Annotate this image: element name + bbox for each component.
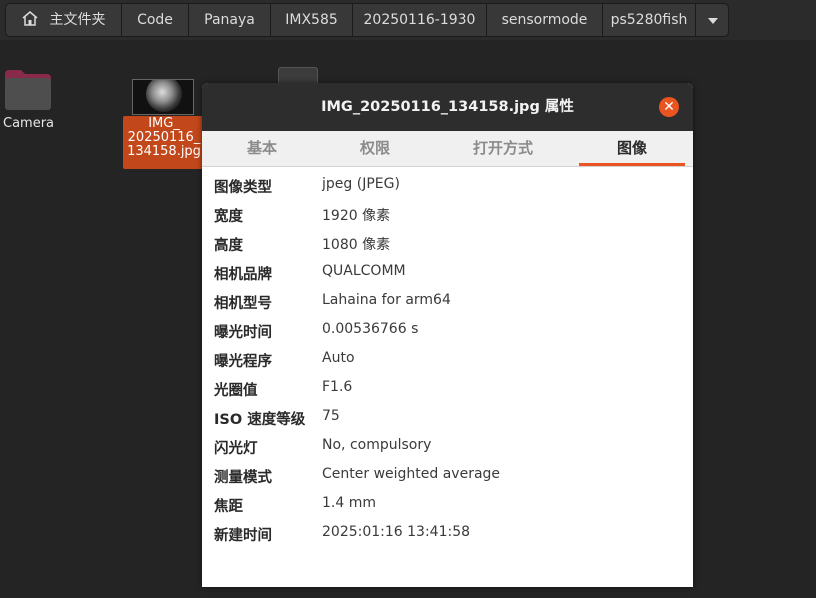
tab-permissions[interactable]: 权限 xyxy=(321,131,429,166)
property-label: 相机品牌 xyxy=(214,267,272,283)
file-name-line-1: IMG_ xyxy=(148,116,180,131)
property-value: Lahaina for arm64 xyxy=(322,292,451,308)
fisheye-preview xyxy=(146,80,182,112)
property-row: 高度 1080 像素 xyxy=(202,234,693,263)
path-dropdown-button[interactable] xyxy=(695,3,729,37)
tab-image[interactable]: 图像 xyxy=(579,131,685,166)
property-row: 闪光灯 No, compulsory xyxy=(202,437,693,466)
crumb-ps5280fish[interactable]: ps5280fish xyxy=(602,3,696,37)
property-label: 曝光程序 xyxy=(214,354,272,370)
dialog-title: IMG_20250116_134158.jpg 属性 xyxy=(321,99,574,115)
chevron-down-icon xyxy=(708,18,718,24)
property-value: Center weighted average xyxy=(322,466,501,482)
selected-file-label[interactable]: IMG_ 20250116_ 134158.jpg xyxy=(123,116,205,169)
file-name-line-3: 134158.jpg xyxy=(127,144,201,159)
property-value: F1.6 xyxy=(322,379,353,395)
property-value: 1920 像素 xyxy=(322,208,391,224)
property-value: jpeg (JPEG) xyxy=(322,176,400,192)
image-thumbnail[interactable] xyxy=(132,79,194,115)
property-row: 相机型号 Lahaina for arm64 xyxy=(202,292,693,321)
property-row: 测量模式 Center weighted average xyxy=(202,466,693,495)
path-bar: 主文件夹 Code Panaya IMX585 20250116-1930 se… xyxy=(0,0,816,40)
tab-open-with[interactable]: 打开方式 xyxy=(449,131,557,166)
property-row: 曝光程序 Auto xyxy=(202,350,693,379)
property-row: 相机品牌 QUALCOMM xyxy=(202,263,693,292)
dialog-titlebar[interactable]: IMG_20250116_134158.jpg 属性 ✕ xyxy=(202,83,693,131)
file-name-line-2: 20250116_ xyxy=(127,130,201,145)
property-row: 宽度 1920 像素 xyxy=(202,205,693,234)
close-icon: ✕ xyxy=(663,99,675,115)
property-value: 0.00536766 s xyxy=(322,321,419,337)
crumb-panaya[interactable]: Panaya xyxy=(188,3,271,37)
property-label: 测量模式 xyxy=(214,470,272,486)
property-label: 光圈值 xyxy=(214,383,258,399)
folder-icon[interactable] xyxy=(5,70,51,110)
crumb-20250116-1930[interactable]: 20250116-1930 xyxy=(352,3,487,37)
property-label: 新建时间 xyxy=(214,528,272,544)
property-row: 图像类型 jpeg (JPEG) xyxy=(202,176,693,205)
property-label: 相机型号 xyxy=(214,296,272,312)
close-button[interactable]: ✕ xyxy=(659,97,679,117)
property-value: 1080 像素 xyxy=(322,237,391,253)
properties-dialog: IMG_20250116_134158.jpg 属性 ✕ 基本 权限 打开方式 … xyxy=(202,83,693,587)
property-row: 曝光时间 0.00536766 s xyxy=(202,321,693,350)
tab-bar: 基本 权限 打开方式 图像 xyxy=(202,131,693,167)
crumb-home-label: 主文件夹 xyxy=(49,12,106,28)
crumb-code[interactable]: Code xyxy=(121,3,189,37)
property-row: 焦距 1.4 mm xyxy=(202,495,693,524)
property-value: 1.4 mm xyxy=(322,495,376,511)
property-value: No, compulsory xyxy=(322,437,432,453)
property-value: 2025:01:16 13:41:58 xyxy=(322,524,471,540)
tab-basic[interactable]: 基本 xyxy=(208,131,316,166)
property-row: ISO 速度等级 75 xyxy=(202,408,693,437)
folder-label[interactable]: Camera xyxy=(0,116,61,131)
property-value: 75 xyxy=(322,408,340,424)
home-icon xyxy=(22,11,37,26)
property-row: 新建时间 2025:01:16 13:41:58 xyxy=(202,524,693,553)
crumb-imx585[interactable]: IMX585 xyxy=(270,3,353,37)
property-label: 焦距 xyxy=(214,499,243,515)
property-row: 光圈值 F1.6 xyxy=(202,379,693,408)
property-label: ISO 速度等级 xyxy=(214,412,306,428)
crumb-home[interactable]: 主文件夹 xyxy=(5,3,122,37)
property-label: 闪光灯 xyxy=(214,441,258,457)
property-value: QUALCOMM xyxy=(322,263,406,279)
crumb-sensormode[interactable]: sensormode xyxy=(486,3,603,37)
property-label: 高度 xyxy=(214,238,243,254)
property-label: 图像类型 xyxy=(214,180,272,196)
property-value: Auto xyxy=(322,350,355,366)
property-label: 宽度 xyxy=(214,209,243,225)
property-label: 曝光时间 xyxy=(214,325,272,341)
